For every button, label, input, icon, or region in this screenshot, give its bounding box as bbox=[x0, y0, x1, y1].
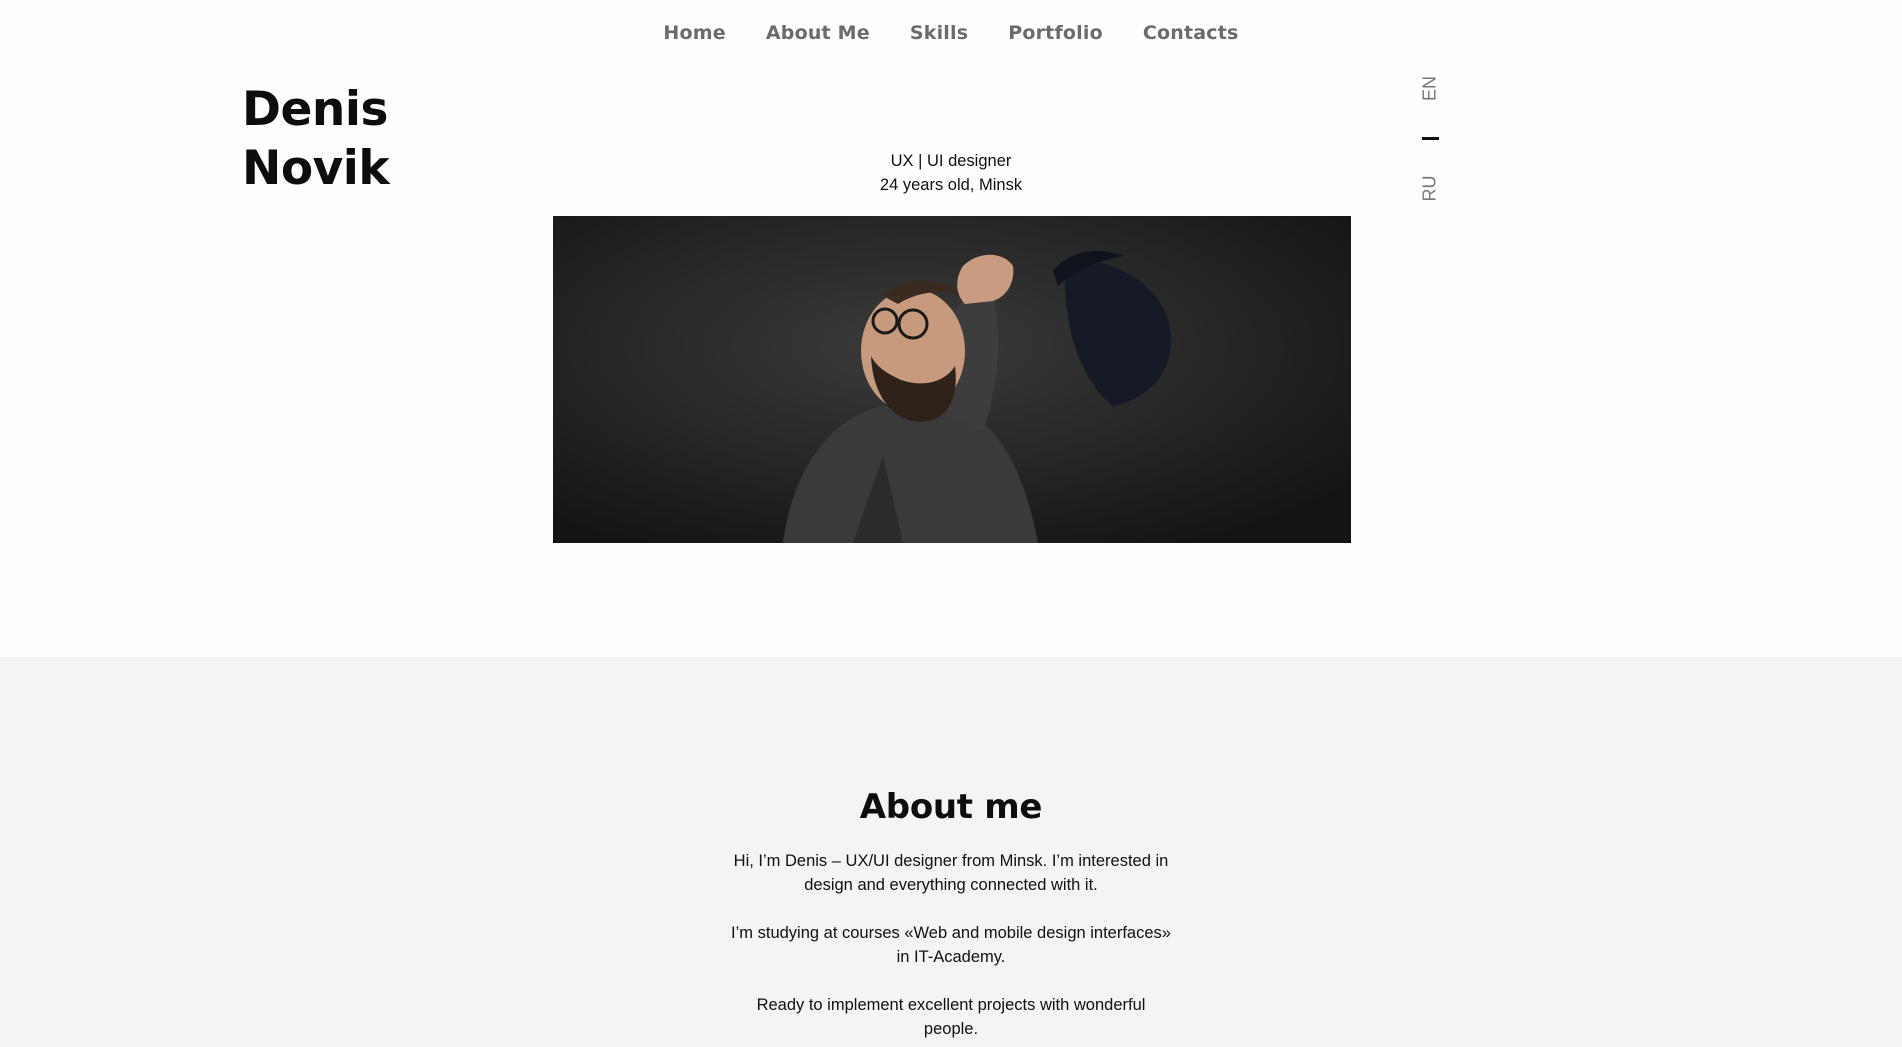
portrait-illustration bbox=[553, 216, 1351, 543]
about-title: About me bbox=[859, 787, 1043, 827]
page: Home About Me Skills Portfolio Contacts … bbox=[0, 0, 1902, 1047]
lang-divider bbox=[1422, 137, 1439, 140]
role-title: UX | UI designer bbox=[890, 152, 1012, 170]
hero-section: Home About Me Skills Portfolio Contacts … bbox=[0, 0, 1902, 657]
about-text: Hi, I’m Denis – UX/UI designer from Mins… bbox=[731, 849, 1171, 1047]
about-paragraph-1: Hi, I’m Denis – UX/UI designer from Mins… bbox=[733, 852, 1169, 894]
nav-portfolio[interactable]: Portfolio bbox=[1008, 20, 1103, 46]
role-meta: 24 years old, Minsk bbox=[879, 176, 1023, 194]
lang-en[interactable]: EN bbox=[1420, 74, 1441, 104]
about-paragraph-3: Ready to implement excellent projects wi… bbox=[756, 996, 1146, 1038]
first-name: Denis bbox=[242, 82, 388, 137]
nav-home[interactable]: Home bbox=[663, 20, 725, 46]
main-nav: Home About Me Skills Portfolio Contacts bbox=[0, 20, 1902, 46]
about-section: About me Hi, I’m Denis – UX/UI designer … bbox=[0, 657, 1902, 1047]
about-paragraph-2: I’m studying at courses «Web and mobile … bbox=[731, 924, 1171, 966]
nav-skills[interactable]: Skills bbox=[910, 20, 968, 46]
portrait-photo bbox=[553, 216, 1351, 543]
nav-contacts[interactable]: Contacts bbox=[1143, 20, 1239, 46]
role-info: UX | UI designer 24 years old, Minsk bbox=[0, 149, 1902, 197]
nav-about-me[interactable]: About Me bbox=[766, 20, 870, 46]
